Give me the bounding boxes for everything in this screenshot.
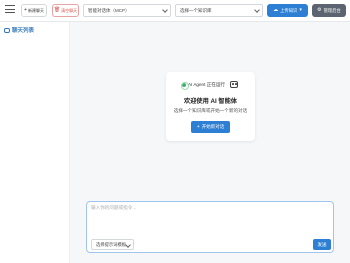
sidebar-title-label: 聊天列表: [12, 28, 35, 34]
knowledge-base-select[interactable]: 选择一个知识库: [175, 4, 263, 17]
gear-icon: ⚙: [317, 7, 322, 13]
admin-label: 管理后台: [323, 7, 341, 13]
status-text: AI Agent 正在运行: [188, 82, 226, 87]
trash-icon: 🗑: [53, 7, 61, 13]
chat-bubble-icon: [4, 27, 10, 33]
mode-select-value: 智能对话体（MCP）: [88, 7, 130, 13]
prompt-template-value: 选择提示词模板: [96, 241, 127, 247]
new-chat-button[interactable]: + 新建聊天: [21, 4, 47, 17]
clear-chat-button[interactable]: 🗑 清空聊天: [52, 4, 79, 17]
send-button[interactable]: 发送: [313, 239, 331, 250]
message-input[interactable]: [91, 205, 331, 233]
admin-button[interactable]: ⚙ 管理后台: [312, 4, 346, 17]
start-label: 开始新对话: [201, 124, 225, 129]
welcome-title: 欢迎使用 AI 智能体: [184, 98, 237, 105]
status-dot-icon: [181, 82, 189, 90]
plus-icon: +: [196, 123, 200, 130]
mode-select[interactable]: 智能对话体（MCP）: [83, 4, 171, 17]
plus-icon: +: [24, 7, 27, 13]
kb-select-value: 选择一个知识库: [180, 7, 212, 13]
upload-label: 上传知识: [280, 7, 298, 13]
new-chat-label: 新建聊天: [27, 7, 44, 13]
start-new-chat-button[interactable]: + 开始新对话: [191, 121, 230, 133]
welcome-card: AI Agent 正在运行 欢迎使用 AI 智能体 选择一个知识库或开始一个新的…: [166, 72, 255, 141]
upload-knowledge-button[interactable]: ☁ 上传知识 ▾: [267, 4, 308, 17]
top-bar: + 新建聊天 🗑 清空聊天 智能对话体（MCP） 选择一个知识库 ☁ 上传知识 …: [0, 0, 350, 22]
agent-status: AI Agent 正在运行: [181, 82, 226, 90]
hamburger-menu-icon[interactable]: [5, 5, 15, 15]
robot-icon: [230, 81, 238, 88]
message-composer: 选择提示词模板 发送: [86, 201, 334, 253]
sidebar-title: 聊天列表: [4, 26, 34, 34]
prompt-template-select[interactable]: 选择提示词模板: [91, 239, 134, 250]
chevron-down-icon: [254, 7, 260, 13]
sidebar: 聊天列表: [0, 22, 70, 263]
clear-chat-label: 清空聊天: [61, 7, 78, 13]
caret-down-icon: ▾: [299, 7, 302, 13]
chevron-down-icon: [162, 7, 168, 13]
welcome-subtitle: 选择一个知识库或开始一个新的对话: [173, 108, 248, 113]
cloud-upload-icon: ☁: [273, 7, 279, 13]
